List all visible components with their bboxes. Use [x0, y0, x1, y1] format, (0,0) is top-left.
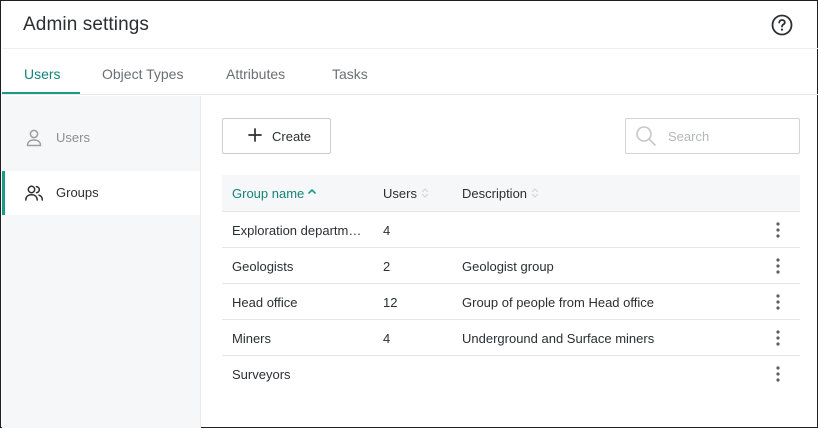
group-name-cell: Head office: [232, 295, 298, 310]
description-cell: Group of people from Head office: [462, 295, 654, 310]
tab-users[interactable]: Users: [24, 49, 61, 95]
sort-icon: [421, 188, 429, 198]
column-header-label: Users: [383, 186, 417, 201]
tab-tasks[interactable]: Tasks: [332, 49, 368, 95]
admin-settings-window: Admin settings Users Object Types Attrib…: [0, 0, 818, 428]
help-icon[interactable]: [771, 14, 793, 36]
table-header: Group name Users Description: [222, 175, 800, 212]
more-vertical-icon[interactable]: [770, 365, 786, 383]
sort-icon: [531, 188, 539, 198]
users-count-cell: 2: [383, 259, 391, 274]
search-icon: [635, 125, 657, 147]
users-icon: [24, 183, 44, 203]
users-count-cell: 4: [383, 331, 391, 346]
column-header-label: Description: [462, 186, 528, 201]
group-name-cell: Miners: [232, 331, 272, 346]
group-name-cell: Exploration departme...: [232, 223, 364, 238]
table-row[interactable]: Exploration departme... 4: [222, 212, 800, 248]
header-bar: Admin settings: [2, 2, 818, 49]
more-vertical-icon[interactable]: [770, 329, 786, 347]
tab-attributes[interactable]: Attributes: [226, 49, 285, 95]
page-title: Admin settings: [23, 14, 150, 35]
plus-icon: [248, 128, 262, 142]
column-header-users[interactable]: Users: [383, 186, 429, 201]
sidebar-item-label: Users: [56, 130, 90, 145]
more-vertical-icon[interactable]: [770, 257, 786, 275]
active-tab-indicator: [2, 92, 80, 94]
search-input[interactable]: [668, 127, 788, 145]
tab-object-types[interactable]: Object Types: [102, 49, 183, 95]
column-header-group-name[interactable]: Group name: [232, 186, 317, 201]
sidebar-item-groups[interactable]: Groups: [2, 171, 200, 215]
column-header-description[interactable]: Description: [462, 186, 539, 201]
users-count-cell: 4: [383, 223, 391, 238]
column-header-label: Group name: [232, 186, 305, 201]
more-vertical-icon[interactable]: [770, 221, 786, 239]
user-icon: [24, 128, 44, 148]
create-button-label: Create: [272, 129, 312, 144]
sidebar-item-label: Groups: [56, 185, 99, 200]
group-name-cell: Geologists: [232, 259, 294, 274]
description-cell: Geologist group: [462, 259, 554, 274]
table-row[interactable]: Surveyors: [222, 356, 800, 392]
sidebar: Users Groups: [2, 96, 201, 428]
sidebar-item-users[interactable]: Users: [2, 116, 200, 160]
table-row[interactable]: Head office 12 Group of people from Head…: [222, 284, 800, 320]
table-row[interactable]: Geologists 2 Geologist group: [222, 248, 800, 284]
users-count-cell: 12: [383, 295, 398, 310]
sort-ascending-icon: [308, 189, 317, 194]
table-row[interactable]: Miners 4 Underground and Surface miners: [222, 320, 800, 356]
create-button[interactable]: Create: [222, 118, 331, 154]
group-name-cell: Surveyors: [232, 367, 291, 382]
more-vertical-icon[interactable]: [770, 293, 786, 311]
description-cell: Underground and Surface miners: [462, 331, 655, 346]
search-box: [625, 118, 800, 154]
tab-bar: Users Object Types Attributes Tasks: [2, 49, 818, 95]
